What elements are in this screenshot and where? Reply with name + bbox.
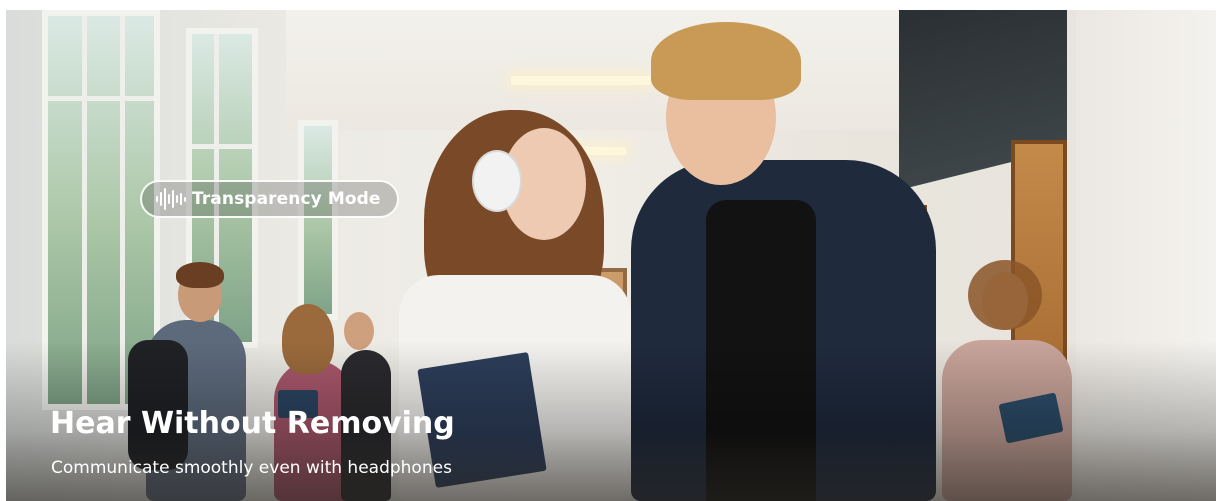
hallway-ceiling <box>286 10 926 130</box>
transparency-mode-label: Transparency Mode <box>192 189 381 209</box>
hallway-window <box>298 120 338 320</box>
hero-headline: Hear Without Removing <box>50 406 455 441</box>
hero-banner: Transparency Mode Hear Without Removing … <box>6 10 1216 501</box>
ceiling-light <box>511 76 651 85</box>
hero-subheadline: Communicate smoothly even with headphone… <box>51 458 452 478</box>
headphones-earcup <box>472 150 522 212</box>
transparency-mode-badge[interactable]: Transparency Mode <box>140 180 399 218</box>
sound-wave-icon <box>156 187 186 211</box>
